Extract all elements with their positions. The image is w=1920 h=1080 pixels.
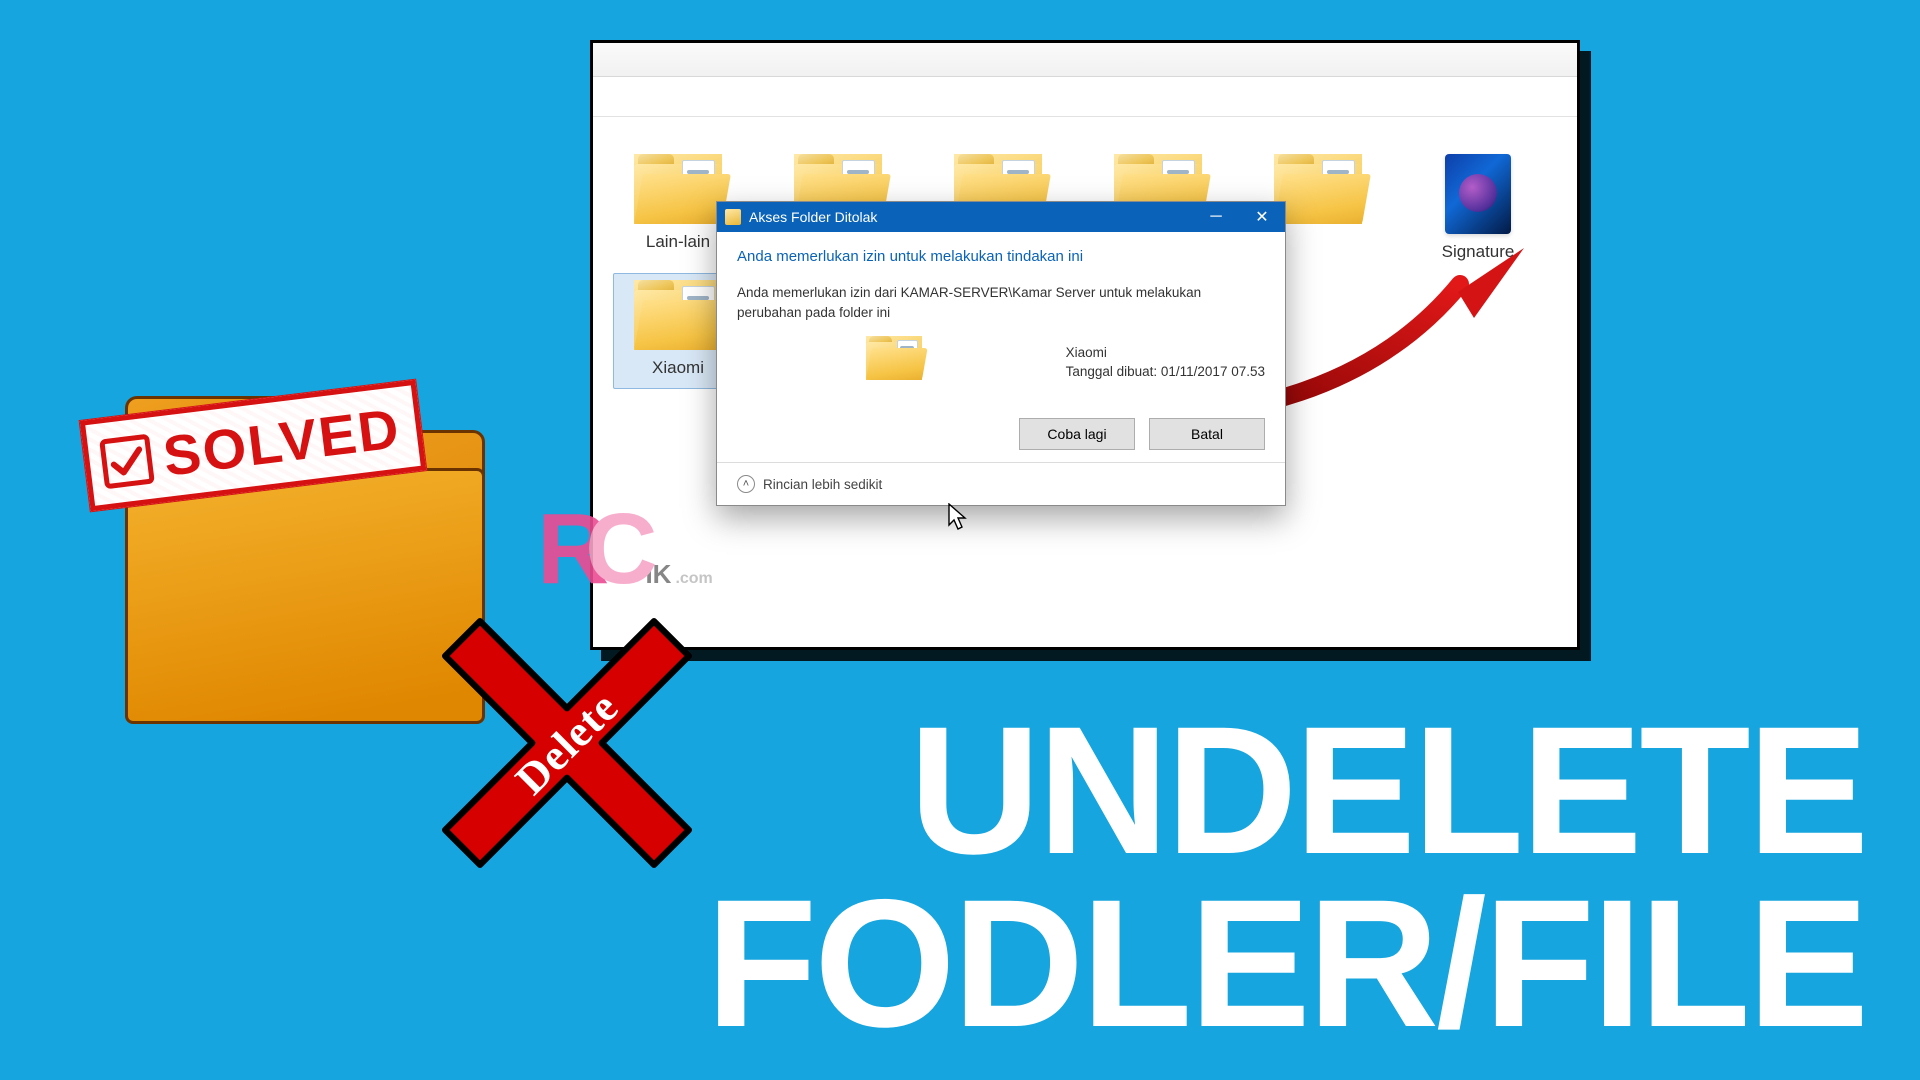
explorer-addressbar <box>593 77 1577 117</box>
dialog-body: Anda memerlukan izin untuk melakukan tin… <box>717 232 1285 418</box>
chevron-up-icon: ˄ <box>737 475 755 493</box>
folder-icon <box>866 336 922 380</box>
details-toggle[interactable]: ˄ Rincian lebih sedikit <box>717 462 1285 505</box>
signature-icon <box>1445 154 1511 234</box>
retry-button[interactable]: Coba lagi <box>1019 418 1135 450</box>
details-label: Rincian lebih sedikit <box>763 477 882 492</box>
dialog-headline: Anda memerlukan izin untuk melakukan tin… <box>737 248 1265 265</box>
folder-icon <box>1274 154 1362 224</box>
dialog-titlebar[interactable]: Akses Folder Ditolak ─ ✕ <box>717 202 1285 232</box>
access-denied-dialog: Akses Folder Ditolak ─ ✕ Anda memerlukan… <box>716 201 1286 506</box>
folder-icon <box>725 209 741 225</box>
dialog-object: Xiaomi Tanggal dibuat: 01/11/2017 07.53 <box>737 336 1265 388</box>
check-icon <box>99 433 155 489</box>
folder-icon <box>634 280 722 350</box>
dialog-message: Anda memerlukan izin dari KAMAR-SERVER\K… <box>737 283 1207 322</box>
cancel-button[interactable]: Batal <box>1149 418 1265 450</box>
cursor-icon <box>948 503 970 531</box>
object-date: Tanggal dibuat: 01/11/2017 07.53 <box>1066 362 1265 382</box>
headline: UNDELETE FODLER/FILE <box>706 704 1866 1050</box>
object-name: Xiaomi <box>1066 343 1265 363</box>
stamp-label: SOLVED <box>160 395 404 489</box>
dialog-title: Akses Folder Ditolak <box>749 209 1193 225</box>
headline-line2: FODLER/FILE <box>706 877 1866 1050</box>
dialog-button-row: Coba lagi Batal <box>717 418 1285 462</box>
watermark: R C IK .com <box>537 492 713 607</box>
explorer-ribbon <box>593 43 1577 77</box>
delete-x-graphic: Delete <box>422 598 712 888</box>
minimize-button[interactable]: ─ <box>1193 202 1239 232</box>
headline-line1: UNDELETE <box>706 704 1866 877</box>
close-button[interactable]: ✕ <box>1239 202 1285 232</box>
folder-icon <box>634 154 722 224</box>
